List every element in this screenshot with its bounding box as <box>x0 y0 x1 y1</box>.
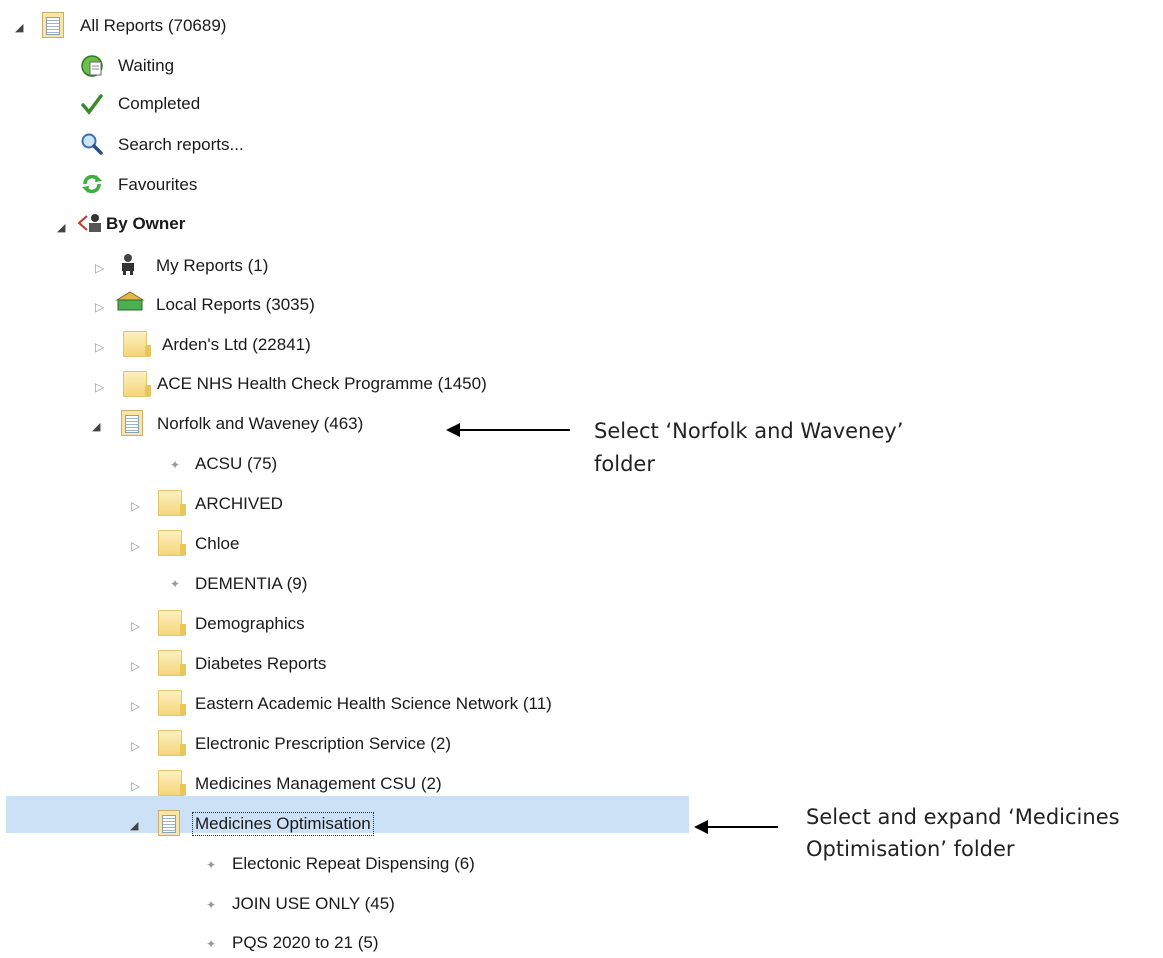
tree-item-eastern-academic[interactable]: Eastern Academic Health Science Network … <box>195 693 552 715</box>
collapsed-triangle-icon[interactable]: ▷ <box>131 538 140 554</box>
tree-item-chloe[interactable]: Chloe <box>195 533 239 555</box>
collapsed-triangle-icon[interactable]: ▷ <box>131 738 140 754</box>
tree-item-join-use-only[interactable]: JOIN USE ONLY (45) <box>232 893 395 915</box>
owner-hierarchy-icon <box>77 214 101 232</box>
tree-item-electronic-prescription[interactable]: Electronic Prescription Service (2) <box>195 733 451 755</box>
leaf-dot-icon: ✦ <box>170 458 181 472</box>
folder-icon <box>158 690 186 716</box>
tree-item-ardens[interactable]: Arden's Ltd (22841) <box>162 334 311 356</box>
collapsed-triangle-icon[interactable]: ▷ <box>131 778 140 794</box>
annotation-text-2-line2: Optimisation’ folder <box>806 837 1015 861</box>
annotation-text-2-line1: Select and expand ‘Medicines <box>806 805 1120 829</box>
report-book-icon <box>121 410 143 436</box>
annotation-arrow-2 <box>694 820 778 834</box>
tree-item-all-reports[interactable]: All Reports (70689) <box>80 15 226 37</box>
favourites-refresh-icon <box>82 174 102 194</box>
tree-item-completed[interactable]: Completed <box>118 93 200 115</box>
search-icon <box>81 133 103 155</box>
tree-item-medicines-management[interactable]: Medicines Management CSU (2) <box>195 773 442 795</box>
folder-icon <box>158 530 186 556</box>
tree-item-favourites[interactable]: Favourites <box>118 174 197 196</box>
tree-item-norfolk-waveney[interactable]: Norfolk and Waveney (463) <box>157 413 363 435</box>
tree-item-ace-nhs[interactable]: ACE NHS Health Check Programme (1450) <box>157 373 487 395</box>
collapsed-triangle-icon[interactable]: ▷ <box>95 299 104 315</box>
expanded-triangle-icon[interactable]: ◢ <box>15 20 23 36</box>
tree-item-archived[interactable]: ARCHIVED <box>195 493 283 515</box>
tree-item-medicines-optimisation[interactable]: Medicines Optimisation <box>192 812 374 836</box>
tree-item-local-reports[interactable]: Local Reports (3035) <box>156 294 315 316</box>
folder-icon <box>158 730 186 756</box>
annotation-arrow-1 <box>446 423 570 437</box>
collapsed-triangle-icon[interactable]: ▷ <box>131 498 140 514</box>
expanded-triangle-icon[interactable]: ◢ <box>130 818 138 834</box>
folder-icon <box>123 371 151 397</box>
report-book-icon <box>158 810 180 836</box>
annotation-text-1-line2: folder <box>594 452 655 476</box>
tree-item-diabetes-reports[interactable]: Diabetes Reports <box>195 653 326 675</box>
expanded-triangle-icon[interactable]: ◢ <box>57 220 65 236</box>
collapsed-triangle-icon[interactable]: ▷ <box>131 658 140 674</box>
tree-item-waiting[interactable]: Waiting <box>118 55 174 77</box>
leaf-dot-icon: ✦ <box>206 858 217 872</box>
collapsed-triangle-icon[interactable]: ▷ <box>95 339 104 355</box>
folder-icon <box>123 331 151 357</box>
leaf-dot-icon: ✦ <box>206 898 217 912</box>
report-book-icon <box>42 12 64 38</box>
waiting-clock-icon <box>81 55 103 77</box>
folder-icon <box>158 650 186 676</box>
tree-item-demographics[interactable]: Demographics <box>195 613 305 635</box>
tree-item-acsu[interactable]: ACSU (75) <box>195 453 277 475</box>
leaf-dot-icon: ✦ <box>170 577 181 591</box>
folder-icon <box>158 610 186 636</box>
person-icon <box>122 254 134 275</box>
folder-icon <box>158 770 186 796</box>
annotation-text-1-line1: Select ‘Norfolk and Waveney’ <box>594 419 904 443</box>
tree-item-dementia[interactable]: DEMENTIA (9) <box>195 573 307 595</box>
leaf-dot-icon: ✦ <box>206 937 217 951</box>
local-building-icon <box>115 291 145 311</box>
checkmark-icon <box>81 94 103 115</box>
tree-item-my-reports[interactable]: My Reports (1) <box>156 255 268 277</box>
report-tree: ◢ All Reports (70689) Waiting Completed … <box>0 0 1163 958</box>
tree-item-electonic-repeat[interactable]: Electonic Repeat Dispensing (6) <box>232 853 475 875</box>
collapsed-triangle-icon[interactable]: ▷ <box>131 618 140 634</box>
tree-item-search-reports[interactable]: Search reports... <box>118 134 244 156</box>
tree-item-pqs-2020[interactable]: PQS 2020 to 21 (5) <box>232 932 378 954</box>
collapsed-triangle-icon[interactable]: ▷ <box>95 260 104 276</box>
expanded-triangle-icon[interactable]: ◢ <box>92 419 100 435</box>
tree-item-by-owner[interactable]: By Owner <box>106 213 185 235</box>
collapsed-triangle-icon[interactable]: ▷ <box>95 379 104 395</box>
collapsed-triangle-icon[interactable]: ▷ <box>131 698 140 714</box>
folder-icon <box>158 490 186 516</box>
